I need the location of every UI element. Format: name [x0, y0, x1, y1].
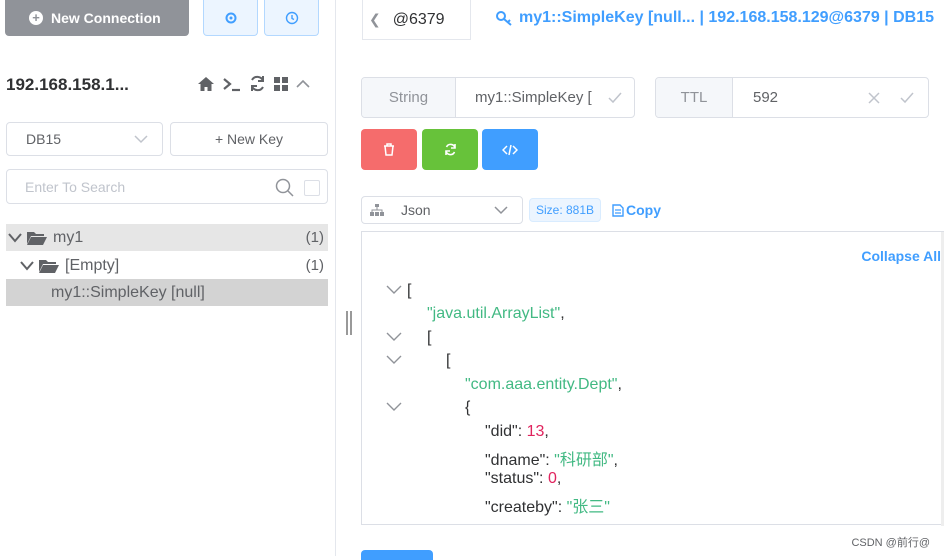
key-name-input[interactable]: my1::SimpleKey [ — [456, 89, 608, 106]
json-line: [ — [427, 329, 432, 346]
gear-icon — [225, 12, 236, 23]
plus-circle-icon: + — [29, 11, 43, 25]
fold-arrow-icon[interactable] — [386, 402, 402, 412]
refresh-key-button[interactable] — [422, 129, 478, 170]
new-connection-button[interactable]: + New Connection — [5, 0, 189, 36]
tree-folder-empty[interactable]: [Empty] (1) — [6, 252, 328, 279]
delete-key-button[interactable] — [361, 129, 417, 170]
json-line: "createby": "张三" — [485, 499, 610, 516]
tab-connection[interactable]: ❮ @6379 — [362, 0, 471, 40]
document-icon — [612, 203, 624, 217]
tree-label: my1 — [53, 228, 84, 246]
fold-arrow-icon[interactable] — [386, 285, 402, 295]
format-select[interactable]: Json — [361, 196, 523, 224]
key-name-group: String my1::SimpleKey [ — [361, 77, 635, 118]
json-line: [ — [446, 352, 451, 369]
fold-arrow-icon[interactable] — [386, 332, 402, 342]
copy-label: Copy — [626, 202, 661, 218]
exact-search-checkbox[interactable] — [304, 180, 320, 196]
folder-open-icon — [39, 259, 59, 273]
new-key-button[interactable]: + New Key — [170, 122, 328, 156]
terminal-icon[interactable] — [222, 76, 242, 92]
save-button[interactable] — [361, 550, 433, 560]
search-field: Enter To Search — [6, 169, 328, 204]
new-connection-label: New Connection — [51, 10, 161, 26]
json-line: "java.util.ArrayList", — [427, 305, 565, 322]
grid-icon[interactable] — [273, 76, 289, 92]
chevron-down-icon — [494, 205, 508, 214]
fold-arrow-icon[interactable] — [386, 355, 402, 365]
tree-label: [Empty] — [65, 256, 120, 274]
home-icon[interactable] — [197, 76, 215, 92]
refresh-icon — [444, 143, 456, 156]
sidebar: + New Connection 192.168.158.1... DB15 +… — [0, 0, 336, 556]
chevron-down-icon — [8, 232, 22, 243]
history-button[interactable] — [264, 0, 319, 36]
trash-icon — [384, 143, 394, 156]
json-line: "status": 0, — [485, 470, 562, 487]
tree-folder-my1[interactable]: my1 (1) — [6, 224, 328, 251]
connection-toolbar — [197, 75, 310, 92]
chevron-left-icon[interactable]: ❮ — [369, 11, 381, 28]
ttl-group: TTL 592 — [655, 77, 929, 118]
watermark: CSDN @前行@ — [851, 537, 930, 549]
db-select-value: DB15 — [26, 131, 62, 147]
key-icon — [496, 11, 512, 26]
check-icon[interactable] — [608, 92, 622, 104]
collapse-all-button[interactable]: Collapse All — [861, 248, 941, 264]
connection-title[interactable]: 192.168.158.1... — [6, 75, 129, 95]
search-input[interactable]: Enter To Search — [25, 179, 125, 195]
code-icon — [502, 144, 518, 155]
chevron-down-icon — [20, 260, 34, 271]
ttl-label: TTL — [656, 78, 733, 117]
search-icon[interactable] — [275, 178, 295, 198]
folder-open-icon — [27, 231, 47, 245]
size-badge: Size: 881B — [529, 198, 602, 222]
json-line: [ — [407, 282, 412, 299]
db-select[interactable]: DB15 — [6, 122, 163, 156]
copy-button[interactable]: Copy — [612, 202, 661, 218]
settings-button[interactable] — [203, 0, 258, 36]
panel-resize-handle[interactable] — [346, 311, 352, 335]
tab-key-title-text: my1::SimpleKey [null... | 192.168.158.12… — [519, 9, 934, 26]
view-code-button[interactable] — [482, 129, 538, 170]
refresh-icon[interactable] — [249, 75, 266, 92]
chevron-up-icon[interactable] — [296, 79, 310, 89]
json-viewer[interactable] — [361, 231, 944, 526]
new-key-label: + New Key — [214, 131, 284, 147]
tree-count: (1) — [305, 229, 324, 246]
tab-key-title[interactable]: my1::SimpleKey [null... | 192.168.158.12… — [495, 9, 934, 27]
format-select-value: Json — [401, 202, 431, 218]
sitemap-icon — [370, 204, 384, 216]
clock-icon — [285, 11, 298, 24]
json-line: "dname": "科研部", — [485, 452, 618, 469]
tree-count: (1) — [305, 257, 324, 274]
tab-label: @6379 — [392, 10, 445, 28]
json-line: { — [465, 399, 471, 416]
json-line: "com.aaa.entity.Dept", — [465, 376, 622, 393]
tree-label: my1::SimpleKey [null] — [51, 283, 205, 301]
chevron-down-icon — [134, 134, 148, 143]
check-icon[interactable] — [900, 92, 914, 104]
close-icon[interactable] — [868, 91, 880, 104]
ttl-input[interactable]: 592 — [733, 89, 868, 106]
key-detail-panel: ❮ @6379 my1::SimpleKey [null... | 192.16… — [361, 0, 944, 560]
tree-key-simplekey[interactable]: my1::SimpleKey [null] — [6, 279, 328, 306]
json-line: "did": 13, — [485, 423, 549, 440]
key-type-label: String — [362, 78, 456, 117]
